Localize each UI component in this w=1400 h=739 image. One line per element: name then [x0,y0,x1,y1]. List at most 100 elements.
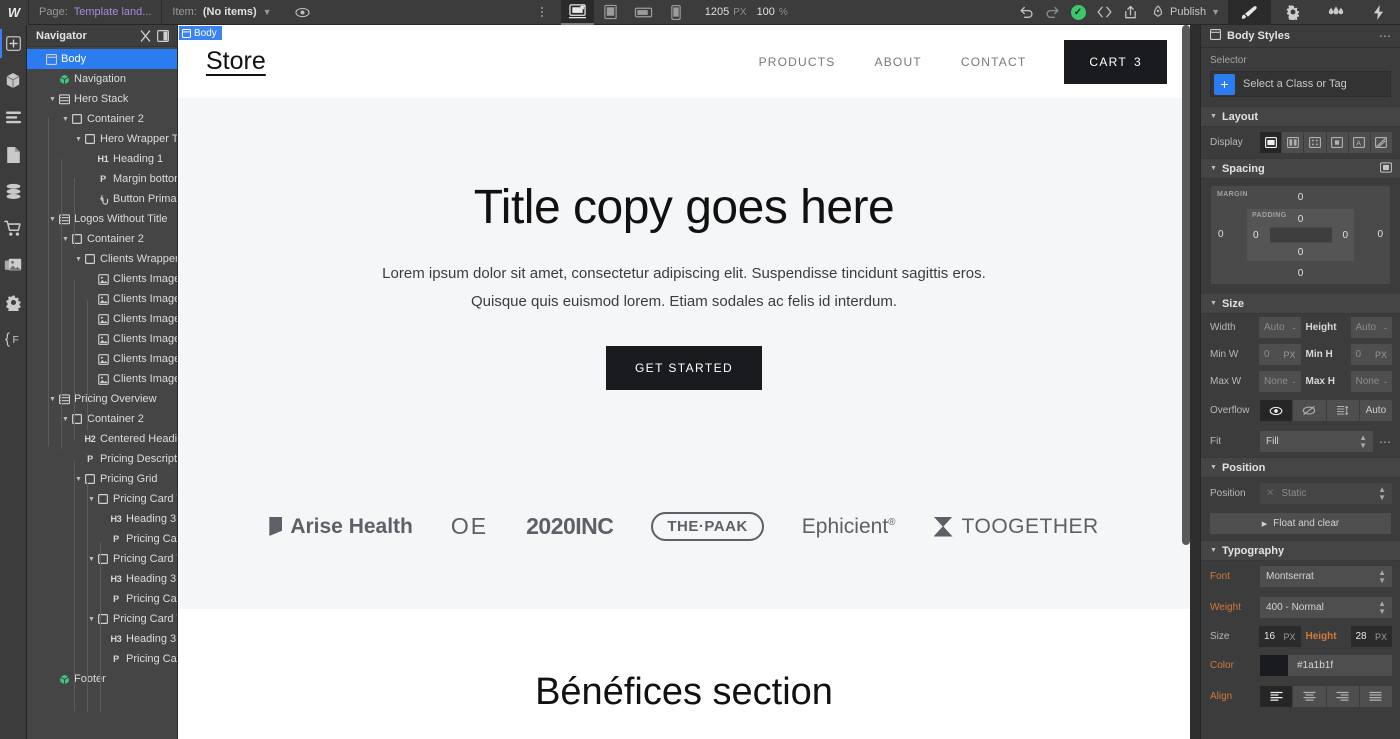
fit-select[interactable]: Fill ▲ ▼ [1260,431,1373,452]
section-spacing[interactable]: ▼ Spacing [1201,158,1400,179]
display-flex-button[interactable] [1282,132,1304,153]
nav-link-about[interactable]: ABOUT [875,55,922,69]
min-height-input[interactable]: 0 PX [1350,344,1392,365]
color-swatch[interactable] [1260,655,1288,676]
selector-field[interactable]: + Select a Class or Tag [1210,71,1391,97]
navigator-item-pricing-card-text[interactable]: ▼PPricing Card Text [27,649,177,669]
chevron-down-icon[interactable]: ▼ [74,476,83,483]
preview-eye-icon[interactable] [290,0,316,25]
navigator-item-pricing-grid[interactable]: ▼ Pricing Grid [27,469,177,489]
sidebar-item-navigator-panel[interactable] [0,99,27,136]
interactions-lightning-icon[interactable] [1357,0,1400,25]
max-height-input[interactable]: None - [1350,371,1392,392]
close-icon[interactable]: ✕ [1266,488,1274,499]
overflow-visible-button[interactable] [1260,400,1293,421]
min-width-input[interactable]: 0 PX [1259,344,1301,365]
cart-button[interactable]: CART 3 [1064,39,1167,84]
navigator-item-pricing-card-text[interactable]: ▼PPricing Card Text [27,529,177,549]
navigator-item-hero-stack[interactable]: ▼ Hero Stack [27,89,177,109]
nav-link-contact[interactable]: CONTACT [961,55,1027,69]
chevron-down-icon[interactable]: ▼ [87,616,96,623]
navigator-item-clients-image-three[interactable]: ▼Clients Image Three [27,289,177,309]
breakpoint-mobile-portrait[interactable] [660,0,693,25]
sidebar-item-variables-panel[interactable]: F [0,321,27,358]
navigator-item-container-2[interactable]: ▼ Container 2 [27,109,177,129]
chevron-down-icon[interactable]: ▼ [48,396,57,403]
breakpoint-tablet[interactable] [594,0,627,25]
font-select[interactable]: Montserrat ▲ ▼ [1260,566,1392,587]
zoom-value[interactable]: 100 [757,6,775,18]
code-icon[interactable] [1091,0,1117,25]
weight-select[interactable]: 400 - Normal ▲ ▼ [1260,597,1392,618]
position-select[interactable]: ✕ Static ▲ ▼ [1260,483,1392,504]
display-inline-block-button[interactable] [1326,132,1348,153]
margin-left-value[interactable]: 0 [1218,229,1224,240]
navigator-item-pricing-description[interactable]: ▼PPricing Description [27,449,177,469]
design-canvas[interactable]: Body Store PRODUCTS ABOUT CONTACT CART 3 [178,25,1200,739]
navigator-item-pricing-card-three[interactable]: ▼ Pricing Card Three [27,549,177,569]
publish-button[interactable]: Publish ▼ [1143,4,1228,20]
chevron-down-icon[interactable]: ▼ [74,136,83,143]
chevron-down-icon[interactable]: ▼ [74,256,83,263]
padding-top-value[interactable]: 0 [1298,214,1304,225]
navigator-item-hero-wrapper-two[interactable]: ▼ Hero Wrapper Two [27,129,177,149]
redo-icon[interactable] [1039,0,1065,25]
navigator-item-button-primary[interactable]: ▼Button Primary [27,189,177,209]
margin-right-value[interactable]: 0 [1377,229,1383,240]
chevron-down-icon[interactable]: ▼ [48,96,57,103]
chevron-down-icon[interactable]: ▼ [61,116,70,123]
navigator-item-clients-wrapper-three[interactable]: ▼ Clients Wrapper Three [27,249,177,269]
sidebar-item-pages-panel[interactable] [0,136,27,173]
page-selector[interactable]: Page: Template land... [29,0,161,25]
navigator-item-centered-heading[interactable]: ▼H2Centered Heading [27,429,177,449]
navigator-item-clients-image-three[interactable]: ▼Clients Image Three [27,369,177,389]
color-field[interactable]: #1a1b1f [1260,655,1392,676]
align-right-button[interactable] [1326,686,1359,707]
sidebar-item-assets-panel[interactable] [0,247,27,284]
more-options-icon[interactable] [529,0,555,25]
overflow-hidden-button[interactable] [1293,400,1326,421]
drops-icon[interactable] [1314,0,1357,25]
panel-toggle-icon[interactable] [154,26,171,46]
navigator-item-heading-3[interactable]: ▼H3Heading 3 [27,629,177,649]
selection-badge-body[interactable]: Body [179,26,222,40]
font-size-input[interactable]: 16 PX [1259,626,1301,647]
margin-top-value[interactable]: 0 [1298,192,1304,203]
navigator-item-pricing-overview[interactable]: ▼ Pricing Overview [27,389,177,409]
publish-status-check-icon[interactable]: ✓ [1065,0,1091,25]
spacing-link-icon[interactable] [1380,161,1392,176]
navigator-item-pricing-card-text[interactable]: ▼PPricing Card Text [27,589,177,609]
item-selector[interactable]: Item: (No items) ▼ [162,0,281,25]
width-input[interactable]: Auto - [1259,317,1301,338]
align-left-button[interactable] [1260,686,1293,707]
sidebar-item-cms-panel[interactable] [0,173,27,210]
navigator-item-container-2[interactable]: ▼ Container 2 [27,409,177,429]
navigator-item-heading-3[interactable]: ▼H3Heading 3 [27,569,177,589]
sidebar-item-ecommerce-panel[interactable] [0,210,27,247]
padding-bottom-value[interactable]: 0 [1298,247,1304,258]
height-input[interactable]: Auto - [1350,317,1392,338]
sidebar-item-settings-panel[interactable] [0,284,27,321]
navigator-item-clients-image-three[interactable]: ▼Clients Image Three [27,269,177,289]
settings-gear-icon[interactable] [1271,0,1314,25]
collapse-all-icon[interactable] [137,26,154,46]
style-panel-more-icon[interactable]: ⋯ [1379,29,1392,43]
chevron-down-icon[interactable]: ▼ [87,556,96,563]
share-export-icon[interactable] [1117,0,1143,25]
spacing-box-model[interactable]: MARGIN 0 0 0 0 PADDING 0 0 0 0 [1210,185,1391,285]
padding-left-value[interactable]: 0 [1253,230,1259,241]
section-layout[interactable]: ▼ Layout [1201,106,1400,127]
align-justify-button[interactable] [1359,686,1392,707]
sidebar-item-components-panel[interactable] [0,62,27,99]
navigator-item-pricing-card-three[interactable]: ▼ Pricing Card Three [27,489,177,509]
align-center-button[interactable] [1293,686,1326,707]
max-width-input[interactable]: None - [1259,371,1301,392]
breakpoint-desktop[interactable] [560,0,594,25]
line-height-input[interactable]: 28 PX [1350,626,1392,647]
navigator-item-body[interactable]: ▼Body [27,49,177,69]
get-started-button[interactable]: GET STARTED [605,346,763,390]
navigator-item-footer[interactable]: ▼Footer [27,669,177,689]
nav-link-products[interactable]: PRODUCTS [759,55,836,69]
canvas-scrollbar[interactable] [1182,25,1190,739]
overflow-auto-button[interactable]: Auto [1359,400,1392,421]
